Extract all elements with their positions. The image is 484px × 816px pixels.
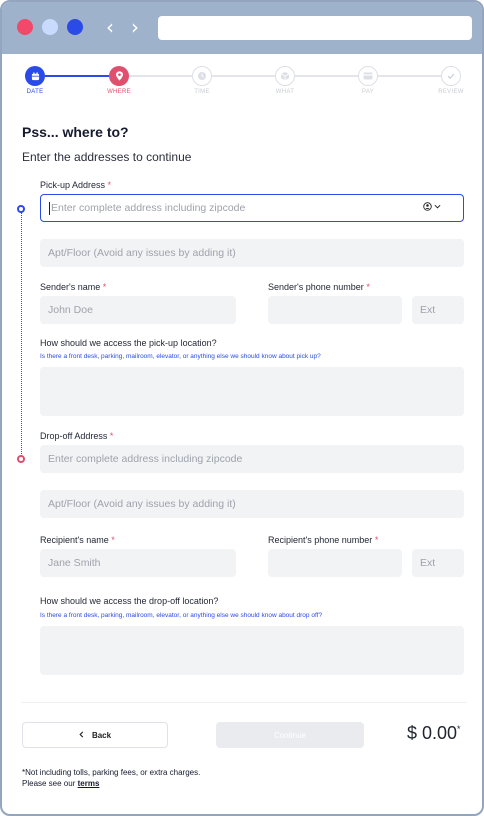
page-title: Pss... where to? [22,124,129,140]
sender-ext-input[interactable]: Ext [412,296,464,324]
back-button-label: Back [91,730,112,740]
title-bar: ‹ › [2,2,482,54]
route-connector [21,212,22,458]
step-label: DATE [26,89,44,95]
step-label: PAY [361,89,374,95]
recipient-phone-label: Recipient's phone number * [268,535,379,545]
location-select-icon[interactable] [423,202,441,211]
step-date[interactable]: DATE [5,62,65,95]
step-label: REVIEW [438,89,464,95]
step-where[interactable]: WHERE [89,62,149,95]
url-bar[interactable] [158,16,472,40]
sender-phone-label: Sender's phone number * [268,282,370,292]
back-button[interactable]: Back [22,722,168,748]
progress-stepper: DATE WHERE TIME WHAT PAY REVIEW [2,62,482,102]
pickup-access-hint: Is there a front desk, parking, mailroom… [40,353,321,360]
sender-name-label: Sender's name * [40,282,107,292]
sender-phone-input[interactable] [268,296,402,324]
terms-link[interactable]: terms [78,779,100,788]
continue-button-label: Continue [273,730,307,740]
pricing-footnote: *Not including tolls, parking fees, or e… [22,767,200,789]
browser-window: ‹ › DATE WHERE TIME WHAT PAY REVIEW Pss.… [0,0,484,816]
recipient-phone-input[interactable] [268,549,402,577]
pickup-address-label: Pick-up Address * [40,180,112,190]
dropoff-access-label: How should we access the drop-off locati… [40,596,219,606]
credit-card-icon [358,66,378,86]
step-label: WHERE [107,89,131,95]
sender-name-placeholder: John Doe [48,304,93,316]
step-label: WHAT [275,89,295,95]
close-window-button[interactable] [17,19,33,35]
pickup-apt-input[interactable]: Apt/Floor (Avoid any issues by adding it… [40,239,464,267]
footnote-terms-line: Please see our terms [22,779,100,788]
dropoff-address-label: Drop-off Address * [40,431,114,441]
pickup-apt-placeholder: Apt/Floor (Avoid any issues by adding it… [48,247,236,259]
dropoff-apt-input[interactable]: Apt/Floor (Avoid any issues by adding it… [40,490,464,518]
pickup-address-placeholder: Enter complete address including zipcode [51,202,246,214]
continue-button[interactable]: Continue [216,722,364,748]
minimize-window-button[interactable] [42,19,58,35]
pickup-access-textarea[interactable] [40,367,464,416]
clock-icon [192,66,212,86]
recipient-name-label: Recipient's name * [40,535,115,545]
recipient-name-placeholder: Jane Smith [48,557,101,569]
package-icon [275,66,295,86]
recipient-name-input[interactable]: Jane Smith [40,549,236,577]
text-caret [49,201,50,215]
step-review[interactable]: REVIEW [421,62,481,95]
page-subtitle: Enter the addresses to continue [22,150,192,164]
maximize-window-button[interactable] [67,19,83,35]
dropoff-access-textarea[interactable] [40,626,464,675]
step-what[interactable]: WHAT [255,62,315,95]
step-pay[interactable]: PAY [338,62,398,95]
step-label: TIME [194,89,210,95]
location-pin-icon [109,66,129,86]
price-total: $ 0.00* [407,723,461,743]
dropoff-address-placeholder: Enter complete address including zipcode [48,453,243,465]
dropoff-access-hint: Is there a front desk, parking, mailroom… [40,612,323,619]
pickup-access-label: How should we access the pick-up locatio… [40,338,217,348]
pickup-marker-icon [17,205,25,213]
chevron-left-icon [79,730,84,740]
sender-name-input[interactable]: John Doe [40,296,236,324]
recipient-ext-placeholder: Ext [420,557,436,569]
pickup-address-input[interactable]: Enter complete address including zipcode [40,194,464,222]
browser-forward-icon[interactable]: › [126,15,144,39]
calendar-icon [25,66,45,86]
footer-divider [22,702,466,703]
browser-back-icon[interactable]: ‹ [101,15,119,39]
step-time[interactable]: TIME [172,62,232,95]
check-icon [441,66,461,86]
dropoff-apt-placeholder: Apt/Floor (Avoid any issues by adding it… [48,498,236,510]
recipient-ext-input[interactable]: Ext [412,549,464,577]
sender-ext-placeholder: Ext [420,304,436,316]
dropoff-address-input[interactable]: Enter complete address including zipcode [40,445,464,473]
dropoff-marker-icon [17,455,25,463]
footnote-line: *Not including tolls, parking fees, or e… [22,768,201,777]
